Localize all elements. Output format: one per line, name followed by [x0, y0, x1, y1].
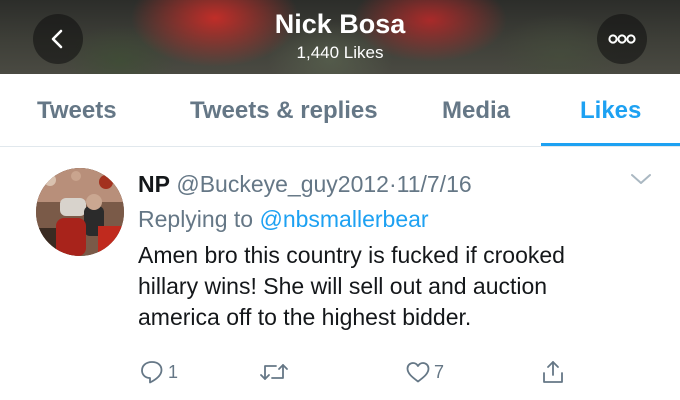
likes-count: 1,440 Likes	[296, 43, 384, 62]
replying-to: Replying to @nbsmallerbear	[138, 205, 429, 233]
author-handle[interactable]: @Buckeye_guy2012	[176, 171, 389, 197]
retweet-button[interactable]	[259, 358, 292, 386]
tab-tweets[interactable]: Tweets	[37, 96, 117, 126]
tweet-date[interactable]: 11/7/16	[397, 171, 472, 197]
tweet-text-line: Amen bro this country is fucked if crook…	[138, 242, 565, 268]
replying-to-handle[interactable]: @nbsmallerbear	[259, 206, 428, 232]
author-name[interactable]: NP	[138, 171, 170, 197]
more-button[interactable]	[597, 14, 647, 64]
tweet-menu-button[interactable]	[628, 170, 654, 193]
tweet-meta: NP @Buckeye_guy2012·11/7/16	[138, 170, 472, 198]
share-button[interactable]	[540, 358, 566, 386]
tweet-text-line: hillary wins! She will sell out and auct…	[138, 273, 548, 299]
replying-prefix: Replying to	[138, 206, 254, 232]
reply-icon	[141, 361, 163, 384]
profile-tabs: Tweets Tweets & replies Media Likes	[0, 74, 680, 147]
active-tab-indicator	[541, 143, 680, 146]
retweet-icon	[260, 364, 288, 380]
tweet-text: Amen bro this country is fucked if crook…	[138, 240, 658, 333]
like-count: 7	[434, 361, 445, 382]
chevron-down-icon	[631, 174, 651, 184]
tab-likes[interactable]: Likes	[580, 96, 641, 126]
profile-name: Nick Bosa	[274, 9, 406, 39]
tweet-text-line: america off to the highest bidder.	[138, 304, 472, 330]
meta-separator: ·	[388, 171, 397, 197]
reply-count: 1	[168, 361, 179, 382]
avatar-image	[36, 168, 124, 256]
like-button[interactable]: 7	[405, 358, 444, 386]
tab-tweets-replies[interactable]: Tweets & replies	[190, 96, 378, 126]
profile-header: Nick Bosa 1,440 Likes	[0, 0, 680, 74]
share-icon	[543, 361, 563, 383]
more-dots-icon	[608, 34, 636, 44]
tab-media[interactable]: Media	[442, 96, 510, 126]
avatar[interactable]	[36, 168, 124, 256]
heart-icon	[406, 362, 430, 383]
reply-button[interactable]: 1	[139, 358, 178, 386]
